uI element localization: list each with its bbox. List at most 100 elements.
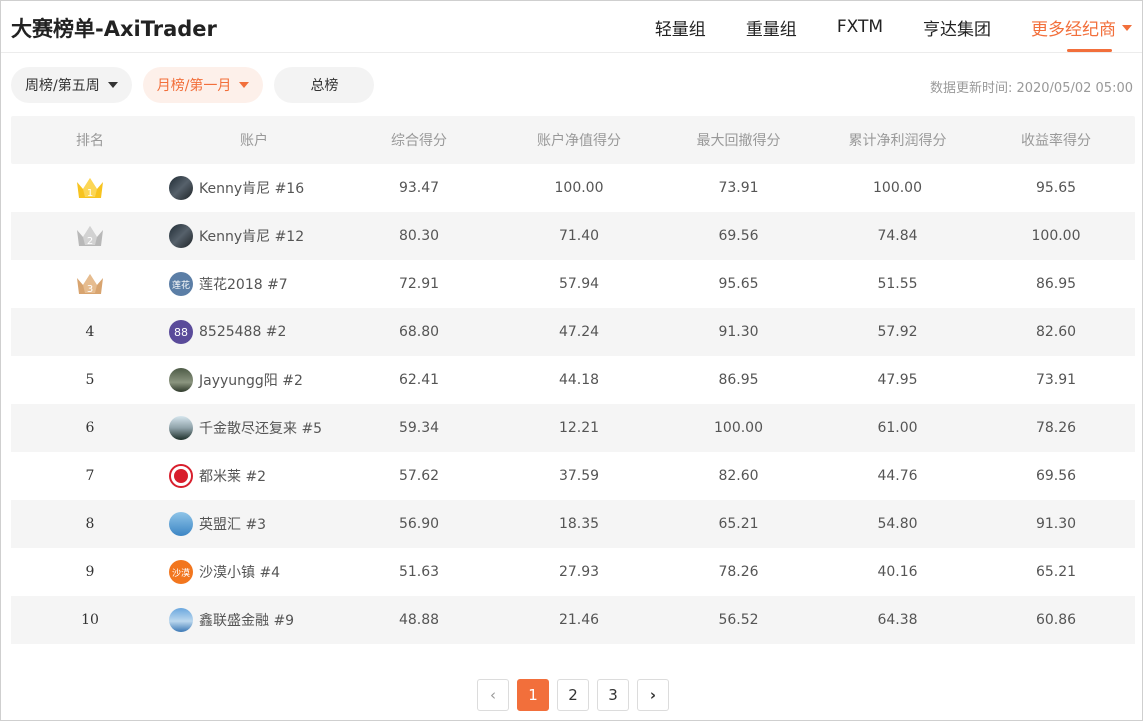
gold-crown-icon: 1	[77, 178, 103, 199]
account-name[interactable]: 鑫联盛金融 #9	[199, 610, 294, 630]
total-score-cell: 68.80	[398, 324, 440, 340]
nav-tab-heavy-group[interactable]: 重量组	[746, 1, 797, 53]
account-name[interactable]: 英盟汇 #3	[199, 514, 266, 534]
account-name[interactable]: 都米莱 #2	[199, 466, 266, 486]
equity-score-cell: 18.35	[558, 516, 600, 532]
yield-score-cell: 60.86	[1035, 612, 1077, 628]
equity-score-cell: 71.40	[558, 228, 600, 244]
column-header-account: 账户	[240, 133, 268, 149]
profit-score-cell: 57.92	[877, 324, 918, 340]
rank-cell: 3	[11, 272, 169, 296]
account-cell[interactable]: Jayyungg阳 #2	[169, 368, 339, 392]
account-name[interactable]: Kenny肯尼 #16	[199, 178, 304, 198]
equity-score-cell: 47.24	[558, 324, 600, 340]
page-button-1[interactable]: 1	[517, 679, 549, 711]
table-row: 3 莲花 莲花2018 #7 72.91 57.94 95.65 51.55 86.95	[11, 260, 1135, 308]
page-title: 大赛榜单-AxiTrader	[11, 17, 217, 41]
drawdown-score-cell: 56.52	[718, 612, 759, 628]
yield-score-cell: 69.56	[1035, 468, 1077, 484]
table-row: 7 都米莱 #2 57.62 37.59 82.60 44.76 69.56	[11, 452, 1135, 500]
account-name[interactable]: 8525488 #2	[199, 324, 286, 340]
rank-number: 6	[85, 420, 95, 436]
overall-ranking-button[interactable]: 总榜	[274, 67, 375, 103]
monthly-ranking-dropdown[interactable]: 月榜/第一月	[142, 67, 264, 103]
nav-tab-fxtm[interactable]: FXTM	[837, 1, 883, 53]
rank-number: 7	[85, 468, 95, 484]
caret-down-icon	[239, 82, 250, 88]
avatar	[169, 176, 193, 200]
column-header-yield-score: 收益率得分	[1021, 133, 1091, 149]
account-name[interactable]: 千金散尽还复来 #5	[199, 418, 322, 438]
total-score-cell: 56.90	[398, 516, 440, 532]
monthly-ranking-label: 月榜/第一月	[156, 78, 232, 94]
account-cell[interactable]: 莲花 莲花2018 #7	[169, 272, 339, 296]
rank-number: 10	[81, 612, 99, 628]
total-score-cell: 48.88	[398, 612, 440, 628]
yield-score-cell: 86.95	[1035, 276, 1077, 292]
profit-score-cell: 64.38	[877, 612, 918, 628]
more-brokers-dropdown[interactable]: 更多经纪商	[1031, 1, 1132, 53]
avatar	[169, 416, 193, 440]
header-bar: 大赛榜单-AxiTrader 轻量组 重量组 FXTM 亨达集团 更多经纪商	[1, 1, 1142, 53]
profit-score-cell: 47.95	[877, 372, 918, 388]
active-tab-underline	[1067, 49, 1112, 52]
rank-cell: 10	[11, 612, 169, 628]
pagination: ‹ 1 2 3 ›	[477, 679, 677, 711]
account-cell[interactable]: 千金散尽还复来 #5	[169, 416, 339, 440]
rank-cell: 4	[11, 324, 169, 340]
yield-score-cell: 95.65	[1035, 180, 1077, 196]
leaderboard-page: 大赛榜单-AxiTrader 轻量组 重量组 FXTM 亨达集团 更多经纪商 周…	[0, 0, 1143, 721]
avatar: 沙漠	[169, 560, 193, 584]
rank-number: 5	[85, 372, 95, 388]
profit-score-cell: 74.84	[877, 228, 918, 244]
table-row: 2 Kenny肯尼 #12 80.30 71.40 69.56 74.84 100.00	[11, 212, 1135, 260]
silver-crown-icon: 2	[77, 226, 103, 247]
account-cell[interactable]: 都米莱 #2	[169, 464, 339, 488]
column-header-equity-score: 账户净值得分	[537, 133, 621, 149]
avatar	[169, 224, 193, 248]
rank-cell: 7	[11, 468, 169, 484]
chevron-left-icon: ‹	[490, 686, 496, 704]
account-name[interactable]: 莲花2018 #7	[199, 274, 288, 294]
total-score-cell: 57.62	[398, 468, 440, 484]
yield-score-cell: 65.21	[1035, 564, 1077, 580]
account-cell[interactable]: 英盟汇 #3	[169, 512, 339, 536]
next-page-button[interactable]: ›	[637, 679, 669, 711]
drawdown-score-cell: 65.21	[718, 516, 759, 532]
table-header: 排名 账户 综合得分 账户净值得分 最大回撤得分 累计净利润得分 收益率得分	[11, 116, 1135, 164]
caret-down-icon	[1122, 25, 1132, 31]
column-header-profit-score: 累计净利润得分	[848, 133, 947, 149]
profit-score-cell: 40.16	[877, 564, 918, 580]
period-filters: 周榜/第五周 月榜/第一月 总榜	[11, 67, 385, 103]
nav-tab-hantec[interactable]: 亨达集团	[923, 1, 991, 53]
account-name[interactable]: Jayyungg阳 #2	[199, 370, 303, 390]
table-row: 5 Jayyungg阳 #2 62.41 44.18 86.95 47.95 73.91	[11, 356, 1135, 404]
account-cell[interactable]: 鑫联盛金融 #9	[169, 608, 339, 632]
weekly-ranking-dropdown[interactable]: 周榜/第五周	[11, 67, 132, 103]
account-name[interactable]: 沙漠小镇 #4	[199, 562, 280, 582]
account-cell[interactable]: 沙漠 沙漠小镇 #4	[169, 560, 339, 584]
account-cell[interactable]: 88 8525488 #2	[169, 320, 339, 344]
page-button-2[interactable]: 2	[557, 679, 589, 711]
nav-tab-light-group[interactable]: 轻量组	[655, 1, 706, 53]
more-brokers-label: 更多经纪商	[1031, 19, 1116, 40]
table-body: 1 Kenny肯尼 #16 93.47 100.00 73.91 100.00 95.65 2…	[11, 164, 1135, 644]
account-cell[interactable]: Kenny肯尼 #16	[169, 176, 339, 200]
column-header-rank: 排名	[76, 133, 104, 149]
caret-down-icon	[107, 82, 118, 88]
overall-ranking-label: 总榜	[310, 78, 339, 94]
yield-score-cell: 82.60	[1035, 324, 1077, 340]
table-row: 6 千金散尽还复来 #5 59.34 12.21 100.00 61.00 78.26	[11, 404, 1135, 452]
account-cell[interactable]: Kenny肯尼 #12	[169, 224, 339, 248]
avatar	[169, 608, 193, 632]
account-name[interactable]: Kenny肯尼 #12	[199, 226, 304, 246]
rank-number: 4	[85, 324, 95, 340]
rank-number: 3	[87, 284, 93, 295]
drawdown-score-cell: 78.26	[718, 564, 759, 580]
prev-page-button[interactable]: ‹	[477, 679, 509, 711]
page-button-3[interactable]: 3	[597, 679, 629, 711]
broker-nav: 轻量组 重量组 FXTM 亨达集团 更多经纪商	[615, 1, 1132, 53]
profit-score-cell: 100.00	[873, 180, 922, 196]
bronze-crown-icon: 3	[77, 274, 103, 295]
rank-number: 9	[85, 564, 95, 580]
